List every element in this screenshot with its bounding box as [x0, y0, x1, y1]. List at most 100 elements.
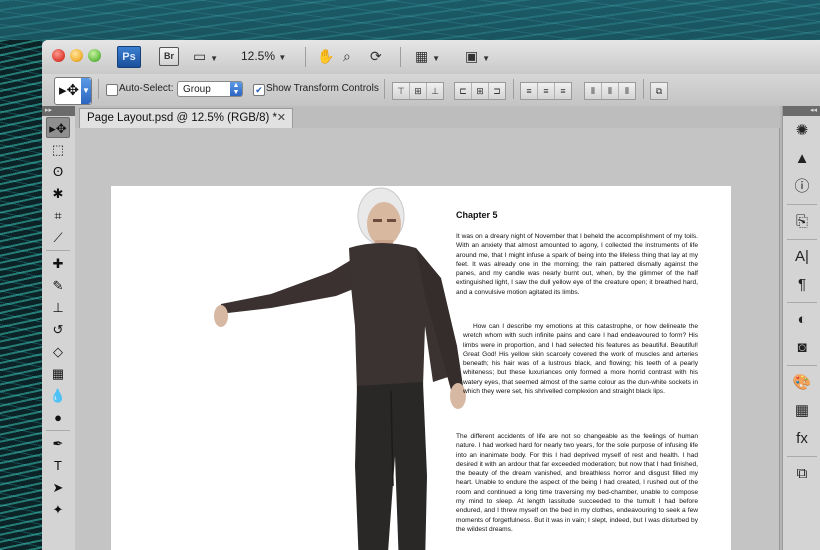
document-canvas[interactable]: Chapter 5 It was on a dreary night of No… — [75, 128, 779, 550]
distribute-horizontal-group: ⦀ ⦀ ⦀ — [584, 82, 636, 100]
move-tool-icon: ▸✥ — [59, 82, 80, 99]
align-horizontal-group: ⊏ ⊞ ⊐ — [454, 82, 506, 100]
screen-mode-icon[interactable]: ▣ ▼ — [465, 48, 490, 67]
tool-list: ▸✥ ⬚ ʘ ✱ ⌗ ⟋ ✚ ✎ ⊥ ↺ ◇ ▦ 💧 ● ✒ T ➤ ✦ — [42, 117, 75, 520]
align-right-edges-icon[interactable]: ⊐ — [489, 83, 505, 99]
hand-icon[interactable]: ✋ — [317, 48, 334, 64]
magic-wand-tool-icon[interactable]: ✱ — [46, 183, 70, 204]
distribute-bottom-edges-icon[interactable]: ≡ — [555, 83, 571, 99]
dock-separator — [787, 239, 817, 240]
align-top-edges-icon[interactable]: ⊤ — [393, 83, 410, 99]
toolbar-divider — [400, 47, 401, 67]
select-arrows-icon: ▲ ▼ — [230, 82, 242, 96]
distribute-vertical-centers-icon[interactable]: ≡ — [538, 83, 555, 99]
eraser-tool-icon[interactable]: ◇ — [46, 341, 70, 362]
character-panel-icon[interactable]: A| — [787, 244, 817, 270]
lasso-tool-icon[interactable]: ʘ — [46, 161, 70, 182]
color-panel-icon[interactable]: 🎨 — [787, 370, 817, 396]
move-tool-icon[interactable]: ▸✥ — [46, 117, 70, 138]
arrange-documents-icon[interactable]: ▦ ▼ — [415, 48, 440, 67]
marquee-tool-icon[interactable]: ⬚ — [46, 139, 70, 160]
document-tab[interactable]: Page Layout.psd @ 12.5% (RGB/8) * ✕ — [79, 108, 293, 128]
brush-tool-icon[interactable]: ✎ — [46, 275, 70, 296]
show-transform-controls-label: Show Transform Controls — [266, 83, 379, 94]
shape-tool-icon[interactable]: ✦ — [46, 499, 70, 520]
rotate-view-icon[interactable]: ⟳ — [370, 48, 382, 64]
zoom-level-dropdown[interactable]: 12.5% ▼ — [241, 49, 286, 63]
clone-source-panel-icon[interactable]: ⎘ — [787, 209, 817, 235]
crop-tool-icon[interactable]: ⌗ — [46, 205, 70, 226]
minimize-window-button[interactable] — [70, 49, 83, 62]
zoom-icon[interactable]: ⌕ — [343, 48, 351, 64]
align-vertical-centers-icon[interactable]: ⊞ — [410, 83, 427, 99]
standing-man-figure — [214, 187, 466, 550]
document-tab-title: Page Layout.psd @ 12.5% (RGB/8) * — [87, 112, 278, 124]
paragraph-panel-icon[interactable]: ¶ — [787, 272, 817, 298]
histogram-panel-icon[interactable]: ▲ — [787, 146, 817, 172]
chevron-down-icon: ▼ — [81, 78, 91, 104]
masks-panel-icon[interactable]: ◙ — [787, 335, 817, 361]
toolbar-divider — [305, 47, 306, 67]
auto-select-label: Auto-Select: — [119, 83, 174, 94]
info-panel-icon[interactable]: ⓘ — [787, 174, 817, 200]
dock-separator — [787, 456, 817, 457]
align-left-edges-icon[interactable]: ⊏ — [455, 83, 472, 99]
close-icon[interactable]: ✕ — [277, 109, 286, 128]
photoshop-window: Ps Br ▭ ▼ 12.5% ▼ ✋ ⌕ ⟳ ▦ ▼ ▣ ▼ ▸✥ ▼ Aut… — [42, 40, 820, 550]
layers-panel-icon[interactable]: ⧉ — [787, 461, 817, 487]
navigator-panel-icon[interactable]: ✺ — [787, 118, 817, 144]
zoom-level-value: 12.5% — [241, 49, 276, 63]
tool-preset-picker[interactable]: ▸✥ ▼ — [54, 77, 92, 105]
film-strip-icon: ▭ — [193, 48, 207, 64]
document-page: Chapter 5 It was on a dreary night of No… — [111, 186, 731, 550]
options-divider — [98, 79, 99, 99]
tools-panel: ▸▸ ▸✥ ⬚ ʘ ✱ ⌗ ⟋ ✚ ✎ ⊥ ↺ ◇ ▦ 💧 ● ✒ T ➤ ✦ — [42, 106, 76, 550]
pen-tool-icon[interactable]: ✒ — [46, 433, 70, 454]
dock-collapse-handle[interactable]: ◂◂ — [783, 106, 820, 116]
distribute-top-edges-icon[interactable]: ≡ — [521, 83, 538, 99]
auto-select-target-dropdown[interactable]: Group ▲ ▼ — [177, 81, 243, 97]
document-tab-bar: Page Layout.psd @ 12.5% (RGB/8) * ✕ — [75, 106, 820, 129]
blur-tool-icon[interactable]: 💧 — [46, 385, 70, 406]
adjustments-panel-icon[interactable]: ◐ — [787, 307, 817, 333]
options-divider — [513, 79, 514, 99]
path-selection-tool-icon[interactable]: ➤ — [46, 477, 70, 498]
body-paragraph: It was on a dreary night of November tha… — [456, 233, 698, 296]
align-horizontal-centers-icon[interactable]: ⊞ — [472, 83, 489, 99]
photoshop-logo: Ps — [117, 46, 141, 68]
panel-collapse-handle[interactable]: ▸▸ — [42, 106, 75, 116]
distribute-horizontal-centers-icon[interactable]: ⦀ — [602, 83, 619, 99]
styles-panel-icon[interactable]: fx — [787, 426, 817, 452]
chevron-down-icon: ▼ — [278, 53, 287, 62]
distribute-left-edges-icon[interactable]: ⦀ — [585, 83, 602, 99]
history-brush-tool-icon[interactable]: ↺ — [46, 319, 70, 340]
application-bar: Ps Br ▭ ▼ 12.5% ▼ ✋ ⌕ ⟳ ▦ ▼ ▣ ▼ — [42, 40, 820, 75]
eyedropper-tool-icon[interactable]: ⟋ — [46, 227, 70, 248]
launch-bridge-button[interactable]: Br — [159, 47, 179, 66]
dock-icon-list: ✺ ▲ ⓘ ⎘ A| ¶ ◐ ◙ 🎨 ▦ fx ⧉ — [783, 118, 820, 487]
dodge-tool-icon[interactable]: ● — [46, 407, 70, 428]
dock-separator — [787, 365, 817, 366]
distribute-right-edges-icon[interactable]: ⦀ — [619, 83, 635, 99]
align-bottom-edges-icon[interactable]: ⊥ — [427, 83, 443, 99]
view-extras-button[interactable]: ▭ ▼ — [193, 48, 218, 67]
options-divider — [643, 79, 644, 99]
healing-brush-tool-icon[interactable]: ✚ — [46, 253, 70, 274]
zoom-window-button[interactable] — [88, 49, 101, 62]
tool-separator — [46, 430, 70, 431]
gradient-tool-icon[interactable]: ▦ — [46, 363, 70, 384]
auto-align-layers-group: ⧉ — [650, 82, 668, 100]
options-bar: ▸✥ ▼ Auto-Select: Group ▲ ▼ ✔ Show Transf… — [42, 74, 820, 107]
auto-select-checkbox[interactable] — [106, 84, 118, 96]
auto-align-layers-icon[interactable]: ⧉ — [651, 83, 667, 99]
body-paragraph: How can I describe my emotions at this c… — [463, 323, 698, 396]
type-tool-icon[interactable]: T — [46, 455, 70, 476]
clone-stamp-tool-icon[interactable]: ⊥ — [46, 297, 70, 318]
dock-separator — [787, 302, 817, 303]
align-edges-group: ⊤ ⊞ ⊥ — [392, 82, 444, 100]
tool-separator — [46, 250, 70, 251]
close-window-button[interactable] — [52, 49, 65, 62]
show-transform-controls-checkbox[interactable]: ✔ — [253, 84, 265, 96]
distribute-vertical-group: ≡ ≡ ≡ — [520, 82, 572, 100]
swatches-panel-icon[interactable]: ▦ — [787, 398, 817, 424]
